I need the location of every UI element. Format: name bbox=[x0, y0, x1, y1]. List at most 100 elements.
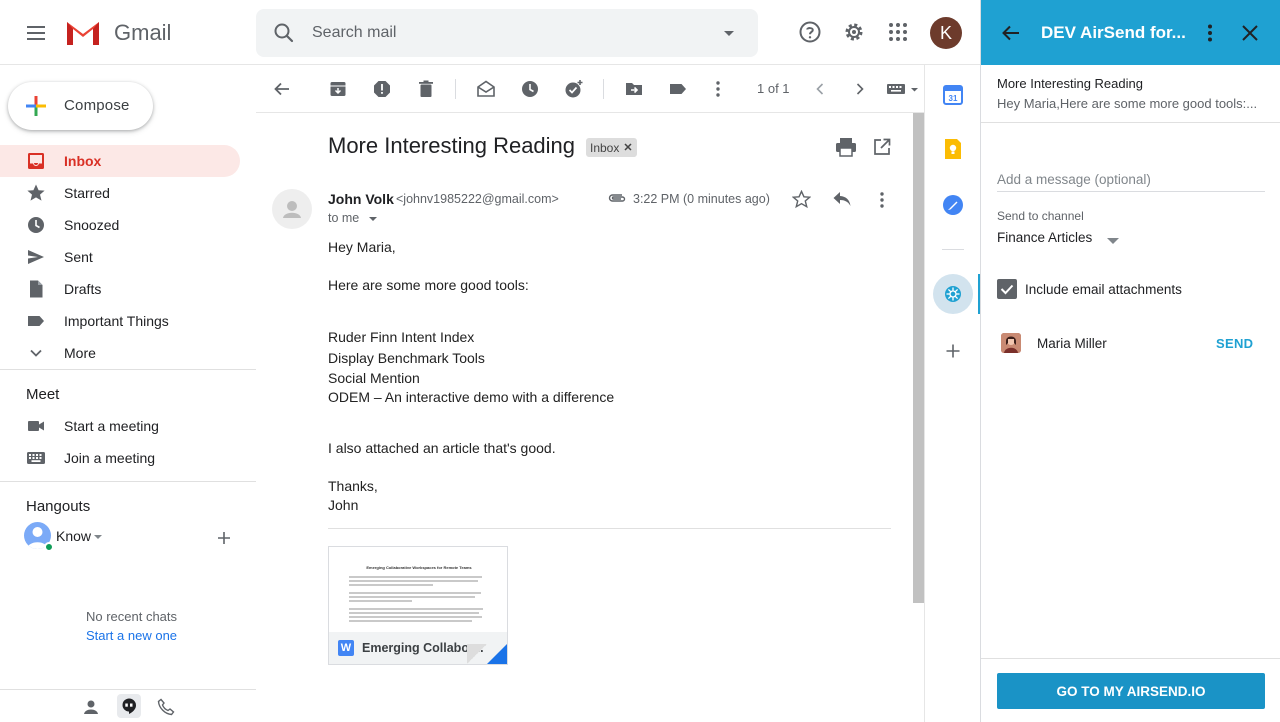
remove-label-icon[interactable]: ✕ bbox=[623, 141, 632, 154]
airsend-panel: DEV AirSend for... More Interesting Read… bbox=[980, 0, 1280, 722]
input-tools-icon[interactable] bbox=[886, 79, 920, 99]
start-meeting-item[interactable]: Start a meeting bbox=[0, 410, 256, 442]
label-chip[interactable]: Inbox ✕ bbox=[586, 138, 637, 157]
open-new-window-icon[interactable] bbox=[872, 137, 892, 157]
sidebar-item-sent[interactable]: Sent bbox=[0, 241, 256, 273]
inbox-icon bbox=[28, 153, 44, 169]
panel-title: DEV AirSend for... bbox=[1041, 23, 1186, 42]
add-task-icon[interactable] bbox=[564, 79, 584, 99]
meet-title: Meet bbox=[26, 386, 60, 403]
toolbar-separator bbox=[455, 79, 456, 99]
app-name: Gmail bbox=[114, 20, 172, 45]
recipients-text: to me bbox=[328, 211, 360, 225]
start-new-chat-link[interactable]: Start a new one bbox=[0, 628, 263, 643]
panel-divider bbox=[981, 658, 1280, 659]
add-addon-icon[interactable] bbox=[945, 343, 961, 359]
chevron-left-icon[interactable] bbox=[810, 79, 830, 99]
mark-unread-icon[interactable] bbox=[476, 79, 496, 99]
clock-icon bbox=[28, 217, 44, 233]
snooze-icon[interactable] bbox=[520, 79, 540, 99]
draft-icon bbox=[30, 280, 43, 298]
apps-icon[interactable] bbox=[886, 20, 910, 44]
print-icon[interactable] bbox=[835, 137, 857, 157]
go-to-airsend-button[interactable]: GO TO MY AIRSEND.IO bbox=[997, 673, 1265, 709]
compose-button[interactable]: Compose bbox=[8, 82, 153, 130]
scrollbar[interactable] bbox=[913, 113, 924, 603]
label-icon[interactable] bbox=[668, 79, 688, 99]
star-icon[interactable] bbox=[792, 190, 811, 209]
sidebar-divider bbox=[0, 369, 256, 370]
sidebar-item-inbox[interactable]: Inbox bbox=[0, 145, 240, 177]
details-dropdown-icon[interactable] bbox=[368, 216, 377, 221]
settings-icon[interactable] bbox=[842, 20, 866, 44]
chevron-down-icon bbox=[30, 349, 42, 357]
sidebar-item-label: More bbox=[64, 345, 96, 361]
pagination-text: 1 of 1 bbox=[757, 81, 790, 96]
contacts-icon[interactable] bbox=[82, 699, 100, 715]
sidebar-item-important-things[interactable]: Important Things bbox=[0, 305, 256, 337]
member-name: Maria Miller bbox=[1037, 336, 1107, 351]
search-bar[interactable] bbox=[256, 9, 758, 57]
report-spam-icon[interactable] bbox=[372, 79, 392, 99]
send-button[interactable]: SEND bbox=[1216, 336, 1253, 351]
more-vert-icon[interactable] bbox=[1199, 22, 1221, 44]
recipients[interactable]: to me bbox=[328, 211, 377, 225]
status-dropdown-icon[interactable] bbox=[94, 535, 102, 539]
body-link: Ruder Finn Intent Index bbox=[328, 329, 475, 345]
svg-text:31: 31 bbox=[949, 94, 958, 103]
attachment-name: Emerging Collabor... bbox=[362, 641, 484, 655]
hangouts-icon bbox=[122, 698, 136, 714]
join-meeting-item[interactable]: Join a meeting bbox=[0, 442, 256, 474]
account-avatar[interactable]: K bbox=[930, 17, 962, 49]
sidebar-item-snoozed[interactable]: Snoozed bbox=[0, 209, 256, 241]
close-icon[interactable] bbox=[1239, 22, 1261, 44]
chevron-right-icon[interactable] bbox=[850, 79, 870, 99]
search-icon[interactable] bbox=[272, 21, 296, 45]
channel-select[interactable]: Finance Articles bbox=[997, 230, 1127, 252]
online-status-dot bbox=[44, 542, 54, 552]
attachment-doc-title: Emerging Collaborative Workspaces for Re… bbox=[366, 565, 472, 570]
back-arrow-icon[interactable] bbox=[272, 79, 292, 99]
sender-name[interactable]: John Volk bbox=[328, 191, 394, 207]
attachment-card[interactable]: Emerging Collaborative Workspaces for Re… bbox=[328, 546, 508, 665]
top-header: Gmail K bbox=[0, 0, 980, 65]
body-signoff: Thanks, bbox=[328, 478, 378, 494]
menu-icon[interactable] bbox=[22, 20, 50, 46]
move-to-icon[interactable] bbox=[624, 79, 644, 99]
reply-icon[interactable] bbox=[832, 190, 852, 208]
panel-email-subject: More Interesting Reading bbox=[997, 76, 1143, 91]
airsend-icon bbox=[945, 286, 961, 302]
phone-icon[interactable] bbox=[157, 698, 175, 716]
sidebar-item-starred[interactable]: Starred bbox=[0, 177, 256, 209]
body-paragraph: I also attached an article that's good. bbox=[328, 440, 556, 456]
chat-tab[interactable] bbox=[117, 694, 141, 718]
message-input[interactable] bbox=[997, 168, 1265, 192]
search-input[interactable] bbox=[312, 21, 692, 45]
hangouts-title: Hangouts bbox=[26, 498, 91, 515]
sidebar-item-more[interactable]: More bbox=[0, 337, 256, 369]
include-attachments-checkbox[interactable] bbox=[997, 279, 1017, 299]
sidebar-item-label: Starred bbox=[64, 185, 110, 201]
delete-icon[interactable] bbox=[416, 79, 436, 99]
keep-icon[interactable] bbox=[942, 138, 964, 160]
help-icon[interactable] bbox=[798, 20, 822, 44]
add-chat-icon[interactable] bbox=[216, 530, 232, 546]
archive-icon[interactable] bbox=[328, 79, 348, 99]
body-link: ODEM – An interactive demo with a differ… bbox=[328, 389, 615, 405]
word-doc-icon: W bbox=[338, 640, 354, 656]
email-timestamp: 3:22 PM (0 minutes ago) bbox=[633, 192, 770, 206]
checkmark-icon bbox=[1000, 284, 1014, 295]
tasks-icon[interactable] bbox=[942, 194, 964, 216]
gmail-logo[interactable]: Gmail bbox=[64, 17, 171, 49]
email-subject: More Interesting Reading bbox=[328, 133, 576, 158]
mail-toolbar: 1 of 1 bbox=[256, 65, 924, 113]
calendar-icon[interactable]: 31 bbox=[942, 84, 964, 106]
back-arrow-icon[interactable] bbox=[1000, 22, 1022, 44]
more-vert-icon[interactable] bbox=[872, 190, 892, 210]
sidebar-divider bbox=[0, 481, 256, 482]
sidebar-item-drafts[interactable]: Drafts bbox=[0, 273, 256, 305]
search-options-icon[interactable] bbox=[724, 31, 734, 36]
airsend-addon-button[interactable] bbox=[933, 274, 973, 314]
hangouts-user[interactable]: Know bbox=[24, 522, 244, 552]
more-vert-icon[interactable] bbox=[708, 79, 728, 99]
